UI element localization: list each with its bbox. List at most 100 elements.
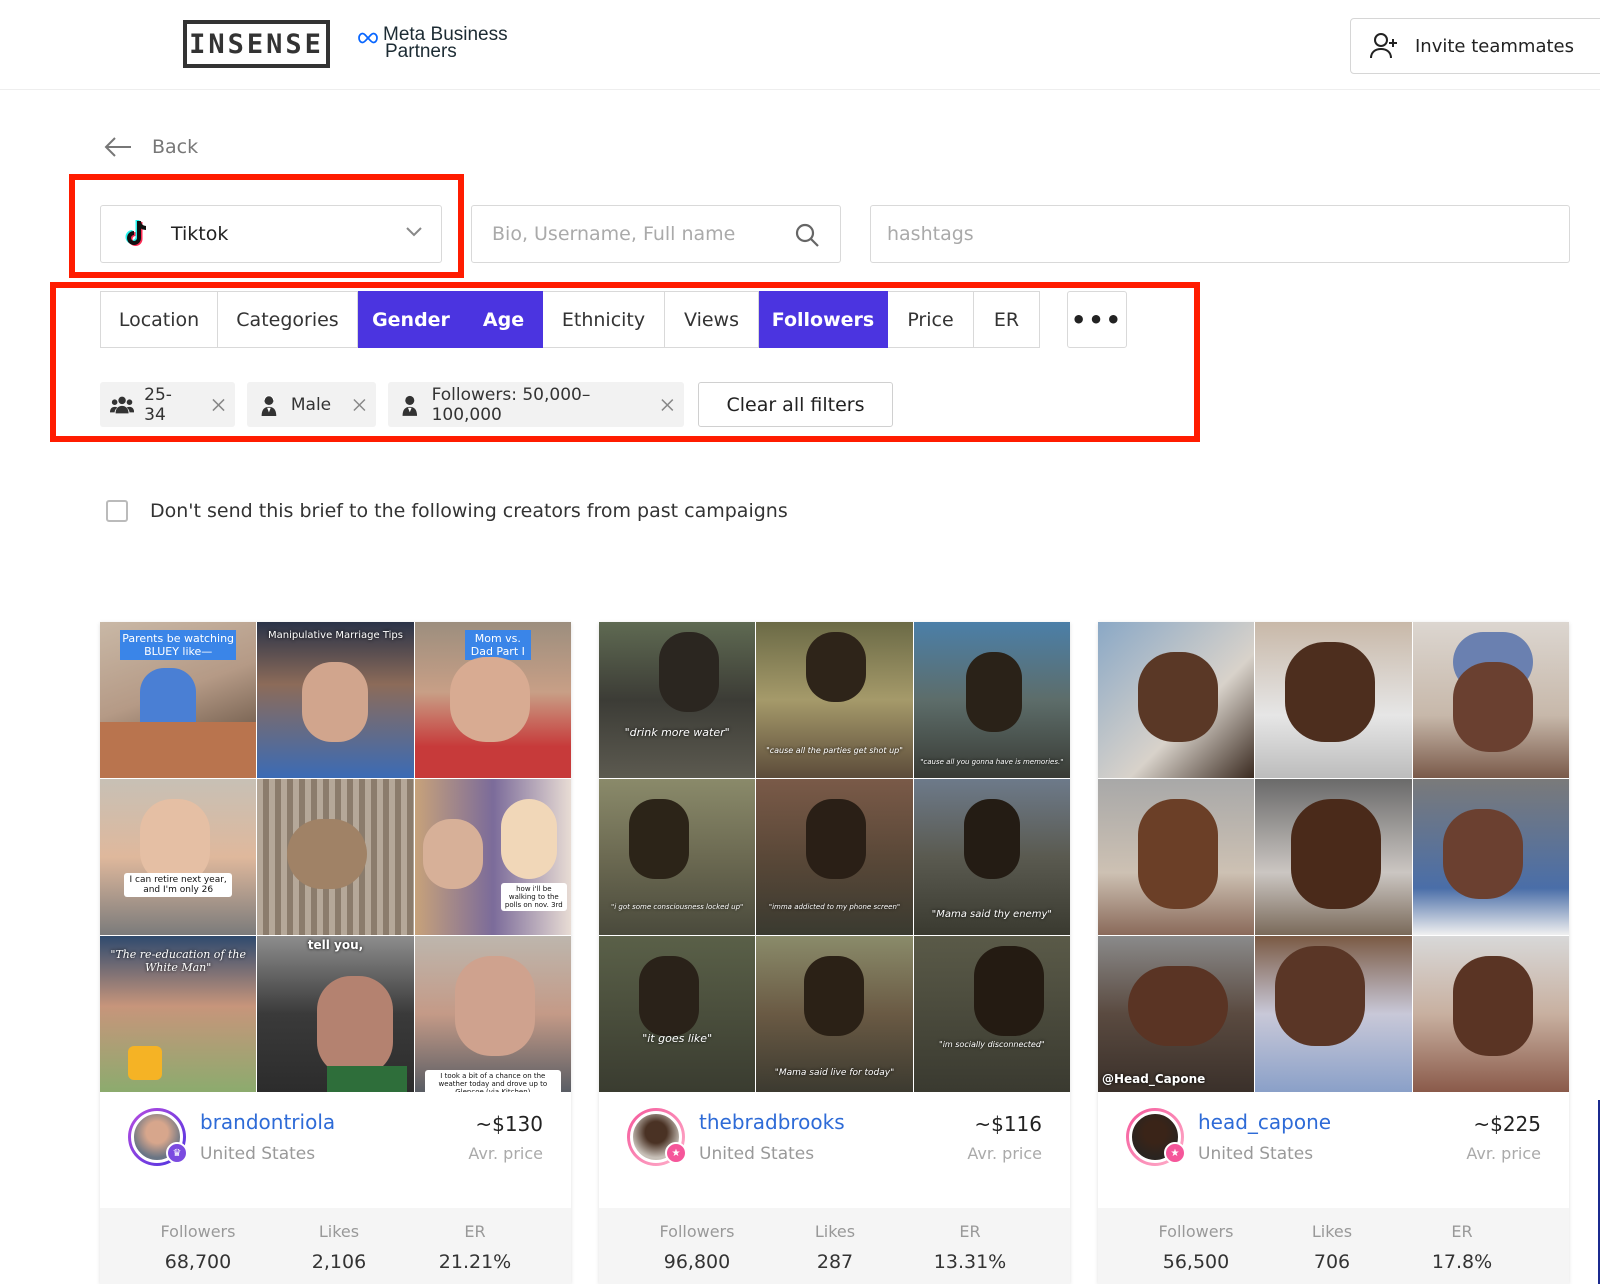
search-input[interactable]	[472, 206, 762, 262]
thumbnail[interactable]: "i got some consciousness locked up"	[599, 779, 756, 935]
hashtags-input[interactable]	[871, 206, 1551, 262]
thumbnail[interactable]: "cause all the parties get shot up"	[756, 622, 913, 778]
thumbnail[interactable]	[1255, 779, 1412, 935]
thumbnail[interactable]: "The re-education of the White Man"	[100, 936, 257, 1092]
clear-all-filters-button[interactable]: Clear all filters	[698, 382, 893, 427]
thumbnail[interactable]	[1412, 779, 1569, 935]
thumbnail[interactable]	[1255, 936, 1412, 1092]
thumbnail[interactable]: tell you,	[257, 936, 414, 1092]
stat-followers: Followers 56,500	[1158, 1222, 1234, 1273]
thumbnail[interactable]: "drink more water"	[599, 622, 756, 778]
crown-badge-icon: ♛	[166, 1142, 188, 1164]
thumbnail[interactable]: how i'll be walking to the polls on nov.…	[414, 779, 571, 935]
creator-country: United States	[699, 1144, 815, 1164]
filter-tab-location[interactable]: Location	[100, 291, 218, 348]
thumbnail[interactable]: Mom vs. Dad Part I	[414, 622, 571, 778]
filter-tab-gender[interactable]: Gender	[358, 291, 465, 348]
filter-tab-price[interactable]: Price	[888, 291, 974, 348]
price-label: Avr. price	[967, 1144, 1042, 1163]
thumbnail[interactable]	[257, 779, 414, 935]
creator-info: ♛ brandontriola United States ~$130 Avr.…	[100, 1092, 571, 1182]
filter-tab-ethnicity[interactable]: Ethnicity	[543, 291, 665, 348]
creator-handle[interactable]: brandontriola	[200, 1110, 335, 1134]
thumbnail[interactable]: "imma addicted to my phone screen"	[756, 779, 913, 935]
invite-label: Invite teammates	[1415, 35, 1574, 57]
star-badge-icon: ★	[665, 1142, 687, 1164]
meta-business-partners-logo: Meta Business Partners	[357, 25, 508, 61]
price-label: Avr. price	[468, 1144, 543, 1163]
search-icon[interactable]	[794, 222, 820, 248]
avatar[interactable]: ★	[627, 1108, 687, 1166]
filter-chip-followers: Followers: 50,000–100,000	[388, 382, 684, 427]
stat-er: ER 21.21%	[438, 1222, 512, 1273]
creator-price: ~$225	[1473, 1112, 1541, 1136]
thumbnail[interactable]	[1412, 936, 1569, 1092]
thumbnail[interactable]	[1098, 779, 1255, 935]
thumbnail[interactable]	[1255, 622, 1412, 778]
filter-tab-er[interactable]: ER	[974, 291, 1040, 348]
thumbnail[interactable]: "it goes like"	[599, 936, 756, 1092]
creator-info: ★ thebradbrooks United States ~$116 Avr.…	[599, 1092, 1070, 1182]
stat-followers: Followers 68,700	[160, 1222, 236, 1273]
creator-price: ~$130	[475, 1112, 543, 1136]
price-label: Avr. price	[1466, 1144, 1541, 1163]
creator-handle[interactable]: head_capone	[1198, 1110, 1331, 1134]
content-thumbnail-grid[interactable]: @Head_Capone	[1098, 622, 1569, 1092]
avatar[interactable]: ★	[1126, 1108, 1186, 1166]
stat-er: ER 17.8%	[1431, 1222, 1493, 1273]
exclude-past-creators-checkbox[interactable]	[106, 500, 128, 522]
thumbnail[interactable]: "Mama said thy enemy"	[913, 779, 1070, 935]
creator-info: ★ head_capone United States ~$225 Avr. p…	[1098, 1092, 1569, 1182]
close-icon[interactable]	[661, 398, 674, 412]
thumbnail[interactable]: "im socially disconnected"	[913, 936, 1070, 1092]
filter-tab-followers[interactable]: Followers	[759, 291, 888, 348]
exclude-past-creators-row: Don't send this brief to the following c…	[106, 500, 788, 522]
back-link[interactable]: Back	[104, 136, 198, 158]
content-thumbnail-grid[interactable]: Parents be watching BLUEY like— Manipula…	[100, 622, 571, 1092]
insense-logo[interactable]: INSENSE	[183, 20, 330, 68]
stat-likes: Likes 287	[814, 1222, 856, 1273]
invite-teammates-button[interactable]: Invite teammates	[1350, 18, 1600, 74]
group-icon	[110, 396, 135, 413]
filter-tab-views[interactable]: Views	[665, 291, 759, 348]
close-icon[interactable]	[212, 398, 225, 412]
thumbnail[interactable]: I can retire next year, and I'm only 26	[100, 779, 257, 935]
creator-handle[interactable]: thebradbrooks	[699, 1110, 845, 1134]
creator-stats: Followers 56,500 Likes 706 ER 17.8%	[1098, 1208, 1569, 1284]
meta-infinity-icon	[358, 32, 378, 44]
stat-followers: Followers 96,800	[659, 1222, 735, 1273]
add-user-icon	[1370, 33, 1397, 59]
stat-er: ER 13.31%	[933, 1222, 1007, 1273]
creator-card-brandontriola[interactable]: Parents be watching BLUEY like— Manipula…	[100, 622, 571, 1284]
thumbnail[interactable]: "Mama said live for today"	[756, 936, 913, 1092]
filter-tab-age[interactable]: Age	[465, 291, 543, 348]
thumbnail[interactable]: I took a bit of a chance on the weather …	[414, 936, 571, 1092]
creator-price: ~$116	[974, 1112, 1042, 1136]
chip-label: 25-34	[144, 384, 172, 425]
close-icon[interactable]	[353, 398, 366, 412]
creator-card-thebradbrooks[interactable]: "drink more water" "cause all the partie…	[599, 622, 1070, 1284]
creator-country: United States	[200, 1144, 316, 1164]
platform-select[interactable]: Tiktok	[100, 205, 442, 263]
thumbnail[interactable]: @Head_Capone	[1098, 936, 1255, 1092]
creator-stats: Followers 96,800 Likes 287 ER 13.31%	[599, 1208, 1070, 1284]
platform-selected-label: Tiktok	[171, 223, 229, 245]
thumbnail[interactable]	[1098, 622, 1255, 778]
thumbnail[interactable]: Manipulative Marriage Tips	[257, 622, 414, 778]
creator-card-head-capone[interactable]: @Head_Capone ★ head_capone United States…	[1098, 622, 1569, 1284]
content-thumbnail-grid[interactable]: "drink more water" "cause all the partie…	[599, 622, 1070, 1092]
back-label: Back	[152, 136, 199, 158]
filter-tab-categories[interactable]: Categories	[218, 291, 358, 348]
stat-likes: Likes 706	[1311, 1222, 1353, 1273]
more-filters-button[interactable]: •••	[1067, 291, 1127, 348]
exclude-past-creators-label: Don't send this brief to the following c…	[150, 500, 788, 522]
thumbnail[interactable]: Parents be watching BLUEY like—	[100, 622, 257, 778]
avatar[interactable]: ♛	[128, 1108, 188, 1166]
chip-label: Male	[290, 394, 332, 415]
filter-chip-age: 25-34	[100, 382, 235, 427]
thumbnail[interactable]	[1412, 622, 1569, 778]
chip-label: Followers: 50,000–100,000	[431, 384, 591, 425]
thumbnail[interactable]: "cause all you gonna have is memories."	[913, 622, 1070, 778]
filter-chip-gender: Male	[247, 382, 376, 427]
chevron-down-icon	[406, 227, 422, 237]
